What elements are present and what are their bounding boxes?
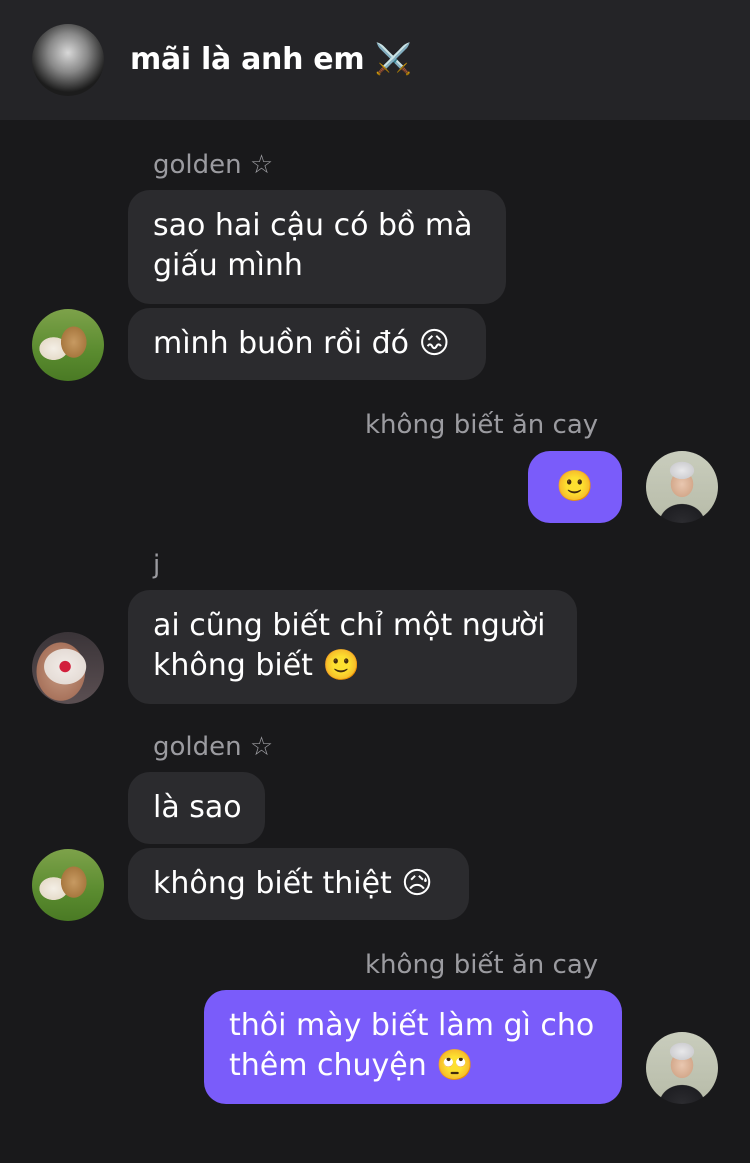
avatar-golden[interactable] (32, 849, 104, 921)
sender-name: golden ☆ (153, 732, 274, 762)
sender-name: không biết ăn cay (365, 950, 599, 980)
sender-name: golden ☆ (153, 150, 274, 180)
message-text-line: giấu mình (153, 248, 303, 283)
message-text-line: ai cũng biết chỉ một người (153, 608, 546, 643)
message-text-line: thêm chuyện 🙄 (229, 1048, 474, 1083)
message-text: là sao (153, 790, 242, 825)
message-bubble[interactable]: ai cũng biết chỉ một người không biết 🙂 (128, 590, 577, 704)
message-bubble[interactable]: mình buồn rồi đó 😖 (128, 308, 486, 380)
message-bubble[interactable]: không biết thiệt 😥 (128, 848, 469, 920)
avatar-me[interactable] (646, 451, 718, 523)
message-bubble[interactable]: là sao (128, 772, 265, 844)
sender-name: không biết ăn cay (365, 410, 599, 440)
avatar-me[interactable] (646, 1032, 718, 1104)
message-text: mình buồn rồi đó 😖 (153, 326, 450, 361)
message-bubble[interactable]: 🙂 (528, 451, 622, 523)
group-avatar[interactable] (32, 24, 104, 96)
avatar-j[interactable] (32, 632, 104, 704)
chat-header: mãi là anh em ⚔️ (0, 0, 750, 120)
avatar-golden[interactable] (32, 309, 104, 381)
message-text: không biết thiệt 😥 (153, 866, 433, 901)
sender-name: j (153, 550, 161, 580)
message-text: 🙂 (556, 469, 594, 504)
message-text-line: thôi mày biết làm gì cho (229, 1008, 595, 1043)
message-text-line: không biết 🙂 (153, 648, 360, 683)
message-bubble[interactable]: sao hai cậu có bồ mà giấu mình (128, 190, 506, 304)
message-text-line: sao hai cậu có bồ mà (153, 208, 473, 243)
message-bubble[interactable]: thôi mày biết làm gì cho thêm chuyện 🙄 (204, 990, 622, 1104)
chat-title[interactable]: mãi là anh em ⚔️ (130, 40, 412, 80)
